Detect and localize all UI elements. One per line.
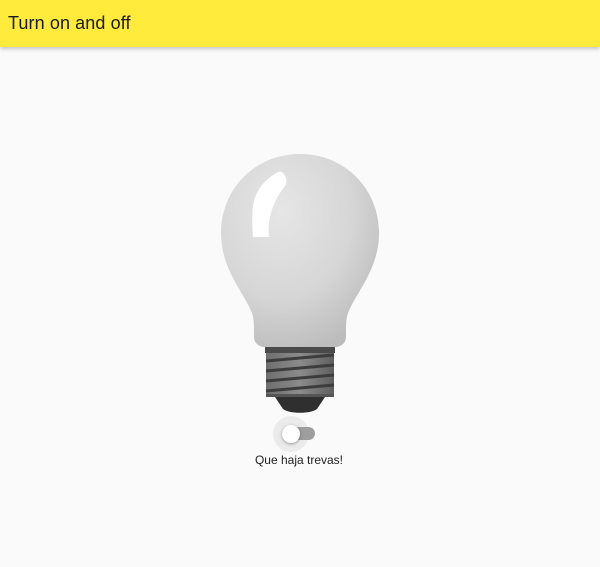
power-toggle-switch[interactable] (270, 416, 322, 452)
main-content: Que haja trevas! (0, 47, 600, 567)
lightbulb-icon (221, 154, 379, 413)
switch-thumb[interactable] (282, 425, 300, 443)
status-text: Que haja trevas! (254, 453, 344, 467)
bulb-collar (265, 347, 335, 353)
app-title: Turn on and off (8, 13, 131, 33)
bulb-glass (221, 154, 379, 347)
bulb-tip (275, 397, 325, 413)
app-bar: Turn on and off (0, 0, 600, 47)
